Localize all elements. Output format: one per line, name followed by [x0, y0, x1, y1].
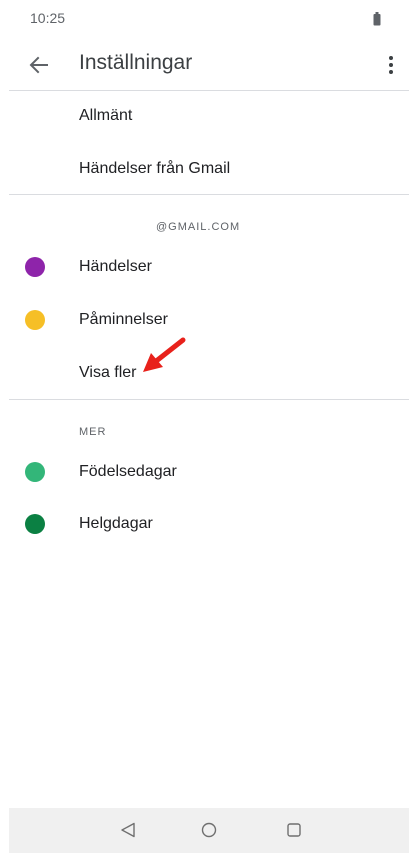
triangle-back-icon — [121, 822, 135, 838]
calendar-label: Påminnelser — [79, 311, 168, 328]
page-title: Inställningar — [79, 51, 193, 74]
square-recents-icon — [287, 823, 301, 837]
toolbar: Inställningar — [0, 40, 409, 90]
annotation-arrow-icon — [143, 337, 186, 372]
calendar-item-events[interactable]: Händelser — [0, 243, 409, 291]
divider — [9, 399, 409, 400]
calendar-color-dot — [25, 257, 45, 277]
calendar-label: Händelser — [79, 258, 152, 275]
calendar-item-birthdays[interactable]: Födelsedagar — [0, 448, 409, 496]
calendar-color-dot — [25, 310, 45, 330]
status-time: 10:25 — [30, 10, 66, 26]
menu-item-general[interactable]: Allmänt — [0, 92, 409, 140]
nav-recents-button[interactable] — [278, 814, 310, 846]
account-section-header: @GMAIL.COM — [156, 221, 241, 233]
divider — [9, 194, 409, 195]
calendar-label: Födelsedagar — [79, 463, 177, 480]
settings-screen: 10:25 Inställningar Allmänt Händelser fr… — [0, 0, 409, 853]
calendar-item-holidays[interactable]: Helgdagar — [0, 500, 409, 548]
divider — [9, 90, 409, 91]
overflow-menu-button[interactable] — [374, 48, 408, 82]
show-more-label: Visa fler — [79, 364, 137, 381]
battery-icon — [373, 12, 381, 26]
nav-back-button[interactable] — [112, 814, 144, 846]
calendar-color-dot — [25, 462, 45, 482]
calendar-item-reminders[interactable]: Påminnelser — [0, 296, 409, 344]
menu-item-label: Händelser från Gmail — [79, 160, 231, 177]
more-vert-icon — [389, 56, 393, 74]
back-button[interactable] — [22, 48, 56, 82]
circle-home-icon — [201, 822, 217, 838]
nav-home-button[interactable] — [193, 814, 225, 846]
menu-item-gmail-events[interactable]: Händelser från Gmail — [0, 145, 409, 193]
menu-item-label: Allmänt — [79, 107, 133, 124]
calendar-color-dot — [25, 514, 45, 534]
arrow-back-icon — [29, 56, 48, 74]
status-bar: 10:25 — [0, 0, 409, 40]
more-section-header: MER — [79, 426, 107, 438]
calendar-label: Helgdagar — [79, 515, 153, 532]
show-more-button[interactable]: Visa fler — [0, 349, 409, 397]
system-nav-bar — [9, 808, 409, 853]
